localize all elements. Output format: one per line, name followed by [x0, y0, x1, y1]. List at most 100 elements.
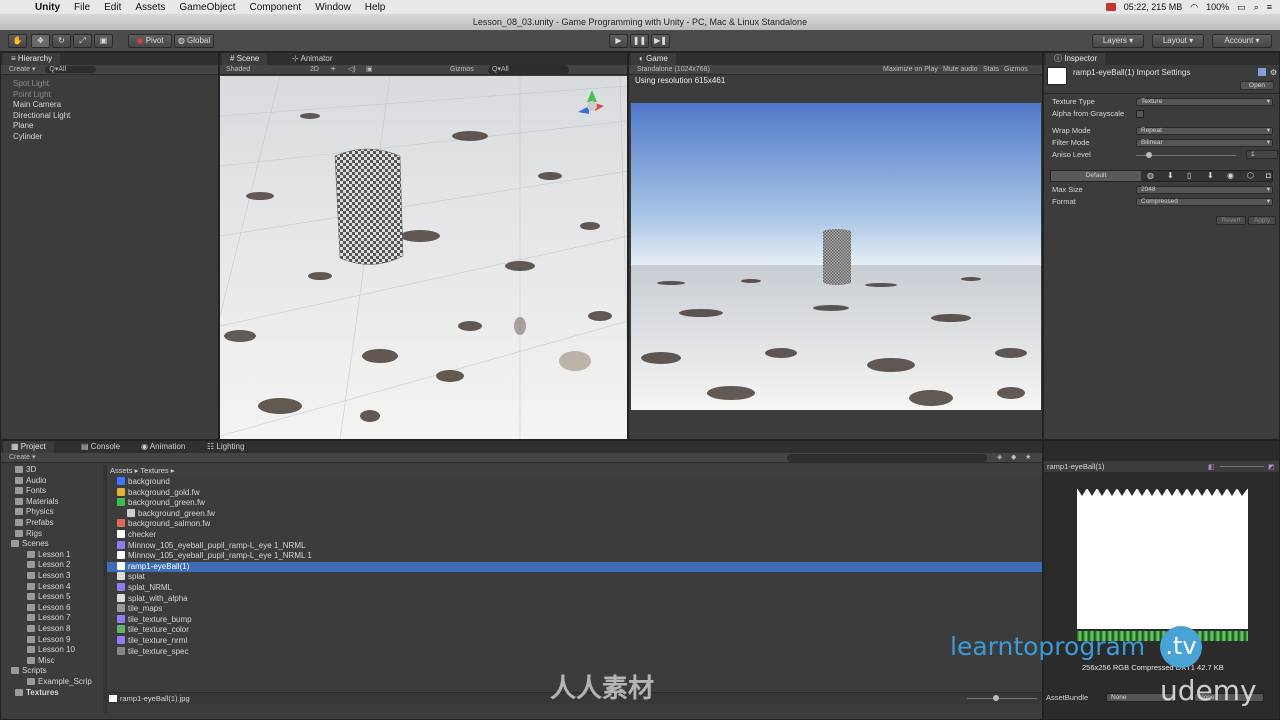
shaded-dropdown[interactable]: Shaded: [226, 66, 250, 73]
rotate-tool-button[interactable]: ↻: [52, 34, 71, 48]
asset-item[interactable]: background_gold.fw: [107, 487, 1042, 499]
account-dropdown[interactable]: Account ▾: [1212, 34, 1272, 48]
hierarchy-item[interactable]: Plane: [13, 121, 218, 132]
tab-game[interactable]: ◐ Game: [631, 53, 676, 65]
rect-tool-button[interactable]: ▣: [94, 34, 113, 48]
revert-button[interactable]: Revert: [1216, 216, 1246, 225]
open-button[interactable]: Open: [1240, 81, 1274, 90]
alpha-grayscale-checkbox[interactable]: [1136, 110, 1144, 118]
asset-item[interactable]: Minnow_105_eyeball_pupil_ramp-L_eye 1_NR…: [107, 540, 1042, 552]
folder-item[interactable]: Lesson 10: [1, 645, 101, 656]
folder-item[interactable]: Lesson 5: [1, 592, 101, 603]
asset-item[interactable]: background_green.fw: [107, 508, 1042, 520]
folder-item[interactable]: Prefabs: [1, 518, 101, 529]
asset-item[interactable]: checker: [107, 530, 1042, 541]
folder-item[interactable]: Audio: [1, 476, 101, 487]
folder-item[interactable]: Lesson 7: [1, 613, 101, 624]
asset-item[interactable]: splat_with_alpha: [107, 593, 1042, 605]
tab-inspector[interactable]: ⓘ Inspector: [1046, 53, 1106, 65]
rgb-channel-icon[interactable]: ◧: [1208, 462, 1215, 473]
tab-animation[interactable]: ◉ Animation: [133, 441, 193, 453]
mip-slider[interactable]: [1220, 466, 1264, 467]
tab-scene[interactable]: # Scene: [222, 53, 268, 65]
hierarchy-create-button[interactable]: Create: [9, 66, 30, 73]
hierarchy-item[interactable]: Directional Light: [13, 111, 218, 122]
project-create-button[interactable]: Create: [9, 454, 30, 461]
folder-item[interactable]: Lesson 8: [1, 624, 101, 635]
folder-item[interactable]: 3D: [1, 465, 101, 476]
android-platform-icon[interactable]: ⬇: [1207, 171, 1214, 180]
asset-item[interactable]: tile_texture_spec: [107, 646, 1042, 658]
filter-label-icon[interactable]: ◆: [1011, 453, 1016, 463]
game-viewport[interactable]: [631, 103, 1041, 410]
asset-item[interactable]: tile_texture_bump: [107, 614, 1042, 626]
step-button[interactable]: ▶❚: [651, 34, 670, 48]
wrap-mode-dropdown[interactable]: Repeat ▾: [1136, 127, 1273, 135]
asset-item[interactable]: background_green.fw: [107, 498, 1042, 509]
format-dropdown[interactable]: Compressed ▾: [1136, 198, 1273, 206]
2d-toggle[interactable]: 2D: [310, 65, 319, 75]
folder-item[interactable]: Materials: [1, 497, 101, 508]
folder-item[interactable]: Textures: [1, 688, 101, 699]
pause-button[interactable]: ❚❚: [630, 34, 649, 48]
search-icon[interactable]: ⌕: [1254, 2, 1259, 13]
tab-lighting[interactable]: ☷ Lighting: [199, 441, 252, 453]
hierarchy-search-input[interactable]: Q▾All: [45, 66, 97, 73]
breadcrumb-assets[interactable]: Assets: [110, 466, 133, 475]
tab-console[interactable]: ▤ Console: [73, 441, 128, 453]
maximize-on-play-toggle[interactable]: Maximize on Play: [883, 65, 938, 75]
folder-item[interactable]: Lesson 1: [1, 550, 101, 561]
icon-size-slider[interactable]: [967, 698, 1037, 699]
wifi-icon[interactable]: ◠: [1190, 2, 1198, 13]
pivot-button[interactable]: ◉ Pivot: [128, 34, 172, 48]
folder-item[interactable]: Lesson 6: [1, 603, 101, 614]
menu-file[interactable]: File: [67, 2, 97, 13]
blackberry-platform-icon[interactable]: ◉: [1227, 171, 1234, 180]
menu-gameobject[interactable]: GameObject: [172, 2, 242, 13]
help-icon[interactable]: [1258, 68, 1266, 76]
menu-help[interactable]: Help: [358, 2, 393, 13]
texture-type-dropdown[interactable]: Texture ▾: [1136, 98, 1273, 106]
breadcrumb-textures[interactable]: Textures: [140, 466, 168, 475]
apply-button[interactable]: Apply: [1248, 216, 1276, 225]
menu-app-unity[interactable]: Unity: [28, 2, 67, 13]
hierarchy-item[interactable]: Spot Light: [13, 79, 218, 90]
asset-item[interactable]: splat_NRML: [107, 583, 1042, 594]
asset-item[interactable]: background_salmon.fw: [107, 519, 1042, 530]
folder-item[interactable]: Scenes: [1, 539, 101, 550]
scale-tool-button[interactable]: ⤢: [73, 34, 92, 48]
folder-item[interactable]: Example_Scrip: [1, 677, 101, 688]
play-button[interactable]: ▶: [609, 34, 628, 48]
aniso-slider-handle[interactable]: [1146, 152, 1152, 158]
filter-mode-dropdown[interactable]: Bilinear ▾: [1136, 139, 1273, 147]
folder-item[interactable]: Lesson 9: [1, 635, 101, 646]
favorite-icon[interactable]: ★: [1025, 453, 1031, 463]
mute-audio-toggle[interactable]: Mute audio: [943, 65, 978, 75]
move-tool-button[interactable]: ✥: [31, 34, 50, 48]
record-icon[interactable]: [1105, 3, 1116, 11]
hierarchy-item[interactable]: Point Light: [13, 90, 218, 101]
folder-item[interactable]: Lesson 3: [1, 571, 101, 582]
folder-item[interactable]: Physics: [1, 507, 101, 518]
default-platform-tab[interactable]: Default: [1051, 171, 1141, 181]
aniso-value-field[interactable]: 1: [1246, 150, 1278, 159]
filter-type-icon[interactable]: ◈: [997, 453, 1002, 463]
alpha-channel-icon[interactable]: ◩: [1268, 462, 1275, 473]
battery-icon[interactable]: ▭: [1237, 2, 1246, 13]
menu-window[interactable]: Window: [308, 2, 358, 13]
folder-item[interactable]: Fonts: [1, 486, 101, 497]
layers-dropdown[interactable]: Layers ▾: [1092, 34, 1144, 48]
tab-project[interactable]: ▦ Project: [3, 441, 54, 453]
asset-item[interactable]: tile_texture_color: [107, 625, 1042, 636]
asset-item[interactable]: splat: [107, 572, 1042, 583]
scene-search-input[interactable]: Q▾All: [488, 65, 569, 75]
tab-hierarchy[interactable]: ≡ Hierarchy: [3, 53, 61, 65]
settings-gear-icon[interactable]: ⚙: [1270, 68, 1277, 77]
ios-platform-icon[interactable]: ▯: [1187, 171, 1191, 180]
max-size-dropdown[interactable]: 2048 ▾: [1136, 186, 1273, 194]
asset-item[interactable]: background: [107, 477, 1042, 488]
layout-dropdown[interactable]: Layout ▾: [1152, 34, 1204, 48]
list-icon[interactable]: ≡: [1267, 2, 1272, 12]
global-button[interactable]: ◍ Global: [174, 34, 214, 48]
asset-item[interactable]: ramp1-eyeBall(1): [107, 561, 1042, 573]
